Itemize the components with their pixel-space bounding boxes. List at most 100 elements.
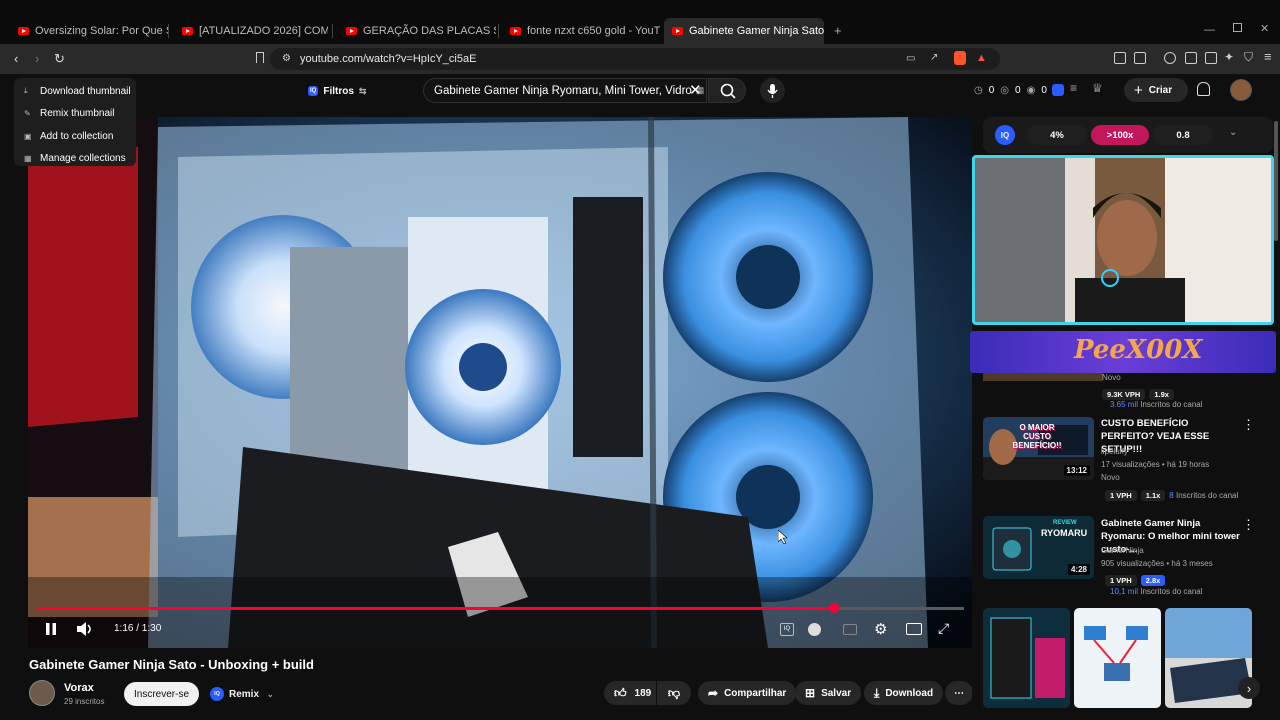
chevron-down-icon[interactable]: ⌄ (1229, 127, 1237, 138)
menu-icon[interactable]: ≡ (1264, 49, 1272, 64)
back-icon[interactable]: ‹ (14, 51, 18, 66)
share-button[interactable]: ➦ Compartilhar (698, 681, 797, 705)
menu-item-remix-thumbnail[interactable]: ✎ Remix thumbnail (14, 103, 136, 126)
music-icon[interactable] (1164, 52, 1176, 64)
vidiq-icon: IQ (308, 86, 319, 96)
shelf-thumbnail[interactable] (983, 608, 1070, 708)
avatar[interactable] (1230, 79, 1252, 101)
reload-icon[interactable]: ↻ (54, 51, 65, 67)
subscribe-button[interactable]: Inscrever-se (124, 682, 200, 706)
browser-tab-bar: Oversizing Solar: Por Que Seu Invers [AT… (0, 0, 1280, 44)
scrollbar[interactable] (1274, 121, 1278, 241)
vidiq-icon: IQ (995, 125, 1015, 145)
leo-icon[interactable]: ✦ (1224, 50, 1234, 64)
extensions-icon[interactable] (1114, 52, 1126, 64)
channel-avatar[interactable] (29, 680, 55, 706)
vidiq-counters: ◷ 0 ◎ 0 ◉ 0 (974, 85, 1047, 96)
bookmark-icon[interactable] (256, 52, 264, 63)
share-icon: ➦ (708, 686, 719, 700)
extension-icon[interactable] (1134, 52, 1146, 64)
pause-icon (46, 623, 56, 635)
new-tab-button[interactable]: + (834, 23, 842, 38)
rec-thumbnail[interactable]: REVIEW RYOMARU 4:28 (983, 516, 1094, 579)
chevron-down-icon: ⌄ (267, 689, 274, 699)
time-display: 1:16 / 1:30 (114, 623, 162, 634)
video-title: Gabinete Gamer Ninja Sato - Unboxing + b… (29, 657, 314, 672)
vph-pill: 1 VPH (1105, 490, 1137, 501)
remix-icon: ✎ (24, 109, 31, 119)
rec-more-icon[interactable]: ⋮ (1242, 417, 1255, 433)
clear-search-icon[interactable]: ✕ (689, 81, 702, 99)
vidiq-player-icon[interactable]: IQ (780, 623, 794, 636)
rec-channel[interactable]: lipeluffy (1101, 445, 1128, 458)
vpn-icon[interactable]: ⛉ (1244, 50, 1253, 65)
multiplier-pill: 1.1x (1140, 490, 1166, 501)
browser-tab-active[interactable]: Gabinete Gamer Ninja Sato -✕ (664, 18, 824, 44)
rec-channel[interactable]: GamerNinja (1101, 544, 1144, 557)
video-player[interactable]: 1:16 / 1:30 IQ ⚙ ⤢ (28, 117, 972, 648)
pause-button[interactable] (44, 622, 58, 636)
forward-icon[interactable]: › (35, 51, 39, 66)
like-button[interactable]: 👍︎ 189 (604, 681, 656, 705)
subtitles-icon[interactable] (843, 624, 857, 635)
channel-name[interactable]: Vorax (64, 682, 94, 694)
brave-shield-icon[interactable] (954, 51, 966, 65)
progress-track[interactable] (38, 603, 964, 613)
site-settings-icon[interactable]: ⚙ (282, 53, 291, 64)
rec-thumbnail[interactable] (983, 373, 1103, 381)
voice-search-button[interactable] (760, 78, 785, 103)
vidiq-icon[interactable] (1052, 84, 1064, 96)
rec-thumbnail[interactable]: O MAIOR CUSTO BENEFÍCIO!! 13:12 (983, 417, 1094, 480)
volume-button[interactable] (76, 621, 94, 637)
notifications-icon[interactable] (1197, 82, 1210, 96)
filters-button[interactable]: IQ Filtros ⇆ (302, 80, 370, 102)
browser-tab[interactable]: fonte nzxt c650 gold - YouTube (502, 18, 660, 44)
more-actions-button[interactable]: ⋯ (945, 681, 973, 705)
shelf-thumbnail[interactable] (1074, 608, 1161, 708)
share-icon[interactable]: ↗ (930, 52, 938, 63)
browser-tab[interactable]: Oversizing Solar: Por Que Seu Invers (10, 18, 168, 44)
microphone-icon (767, 84, 778, 98)
save-button[interactable]: ⊞ Salvar (795, 681, 862, 705)
eye-icon: ◉ (1026, 85, 1036, 96)
browser-tab[interactable]: GERAÇÃO DAS PLACAS SOLAR EM D (338, 18, 496, 44)
list-icon[interactable]: ≡ (1070, 81, 1077, 95)
youtube-icon (18, 27, 29, 35)
theater-mode-icon[interactable] (906, 623, 922, 635)
sidebar-icon[interactable] (1185, 52, 1197, 64)
close-window-icon[interactable]: ✕ (1260, 22, 1269, 35)
search-input[interactable]: Gabinete Gamer Ninja Ryomaru, Mini Tower… (423, 78, 707, 103)
dislike-button[interactable]: 👎︎ (657, 681, 691, 705)
menu-item-add-to-collection[interactable]: ▣ Add to collection (14, 125, 136, 148)
volume-icon (77, 622, 91, 636)
shelf-thumbnail-image (983, 608, 1070, 708)
search-button[interactable] (708, 78, 746, 103)
fullscreen-icon[interactable]: ⤢ (938, 620, 949, 637)
remix-button[interactable]: IQ Remix ⌄ (210, 684, 274, 704)
menu-item-download-thumbnail[interactable]: ⤓ Download thumbnail (14, 80, 136, 103)
wallet-icon[interactable] (1205, 52, 1217, 64)
create-button[interactable]: + Criar (1124, 78, 1188, 102)
shelf-next-button[interactable]: › (1238, 677, 1260, 699)
maximize-icon[interactable] (1233, 23, 1242, 32)
url-field[interactable]: ⚙ youtube.com/watch?v=HpIcY_ci5aE ▭ ↗ ▲ (270, 48, 1000, 70)
vidiq-stat: 4% (1027, 125, 1087, 145)
rewards-icon[interactable]: ▲ (976, 52, 987, 64)
rec-badge: Novo (1102, 373, 1121, 382)
menu-item-manage-collections[interactable]: ▦ Manage collections (14, 148, 136, 171)
autoplay-icon[interactable] (808, 623, 821, 636)
cast-icon[interactable]: ▭ (906, 53, 915, 64)
minimize-icon[interactable]: — (1204, 24, 1215, 36)
youtube-icon (346, 27, 357, 35)
overlay-banner: PeeX00X (970, 331, 1276, 373)
rec-duration: 4:28 (1067, 564, 1090, 575)
settings-icon[interactable]: ⚙ (874, 620, 887, 638)
download-button[interactable]: ⤓ Download (864, 681, 944, 705)
trophy-icon[interactable]: ♕ (1092, 81, 1103, 95)
browser-tab[interactable]: [ATUALIZADO 2026] COMO GANHAR (174, 18, 328, 44)
search-icon (720, 83, 736, 99)
rec-more-icon[interactable]: ⋮ (1242, 517, 1255, 533)
grid-icon: ▦ (24, 154, 32, 164)
plus-icon: + (1134, 81, 1143, 99)
cursor-icon (777, 529, 788, 549)
